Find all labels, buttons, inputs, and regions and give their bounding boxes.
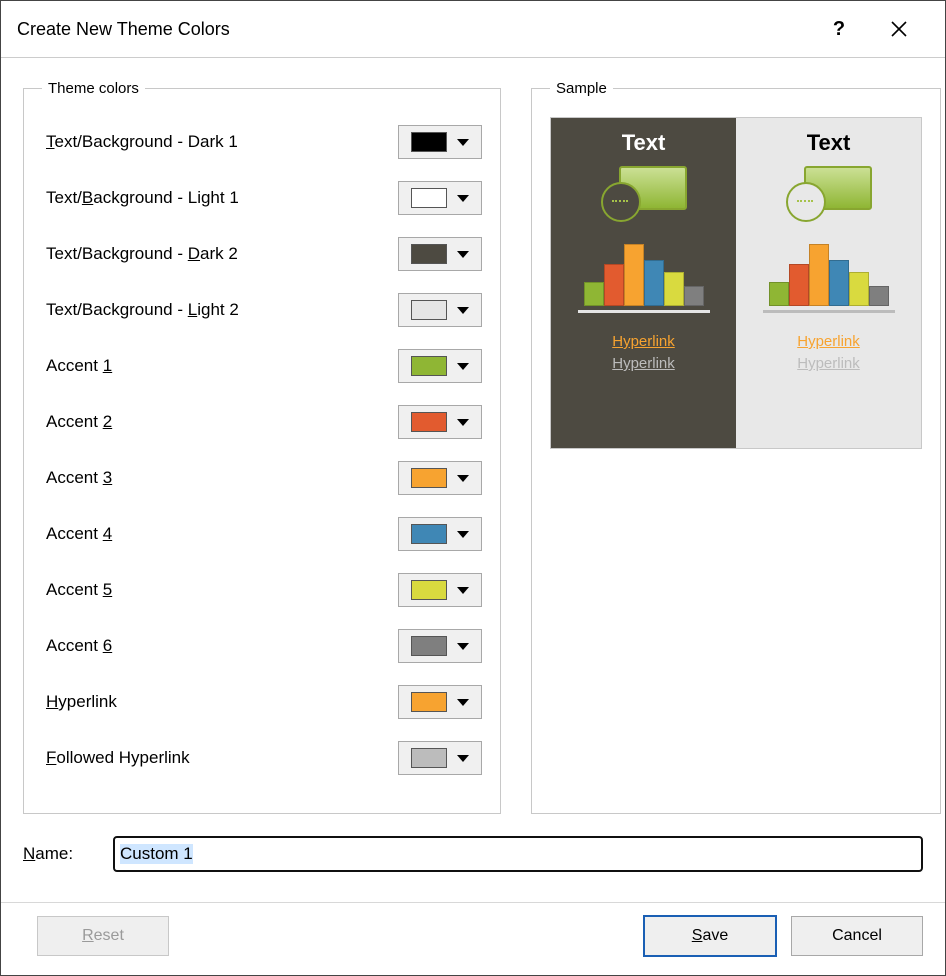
color-label-1: Text/Background - Light 1 xyxy=(42,188,398,208)
color-row-9: Accent 6 xyxy=(42,623,482,669)
color-label-6: Accent 3 xyxy=(42,468,398,488)
chevron-down-icon xyxy=(457,307,469,314)
color-picker-4[interactable] xyxy=(398,349,482,383)
color-row-11: Followed Hyperlink xyxy=(42,735,482,781)
color-swatch-9 xyxy=(411,636,447,656)
sample-dark-text: Text xyxy=(622,130,666,156)
color-picker-11[interactable] xyxy=(398,741,482,775)
name-row: Name: xyxy=(23,836,923,872)
sample-dark-panel: Text Hyperlink Hyperlink xyxy=(551,118,736,448)
color-label-9: Accent 6 xyxy=(42,636,398,656)
color-label-3: Text/Background - Light 2 xyxy=(42,300,398,320)
save-button[interactable]: Save xyxy=(643,915,777,957)
chevron-down-icon xyxy=(457,139,469,146)
dialog-footer: Reset Save Cancel xyxy=(1,902,945,975)
color-swatch-6 xyxy=(411,468,447,488)
color-row-3: Text/Background - Light 2 xyxy=(42,287,482,333)
sample-light-text: Text xyxy=(807,130,851,156)
sample-light-panel: Text Hyperlink Hyperlink xyxy=(736,118,921,448)
sample-dark-hyperlink: Hyperlink xyxy=(612,333,675,350)
name-input[interactable] xyxy=(113,836,923,872)
chevron-down-icon xyxy=(457,699,469,706)
sample-dark-bars xyxy=(584,236,704,306)
close-icon xyxy=(891,21,907,37)
color-row-7: Accent 4 xyxy=(42,511,482,557)
color-picker-3[interactable] xyxy=(398,293,482,327)
sample-light-shapes xyxy=(786,166,872,222)
color-row-5: Accent 2 xyxy=(42,399,482,445)
color-label-2: Text/Background - Dark 2 xyxy=(42,244,398,264)
color-swatch-11 xyxy=(411,748,447,768)
color-swatch-4 xyxy=(411,356,447,376)
color-picker-7[interactable] xyxy=(398,517,482,551)
color-row-0: Text/Background - Dark 1 xyxy=(42,119,482,165)
color-swatch-2 xyxy=(411,244,447,264)
chevron-down-icon xyxy=(457,251,469,258)
cancel-button[interactable]: Cancel xyxy=(791,916,923,956)
sample-light-bars xyxy=(769,236,889,306)
color-picker-9[interactable] xyxy=(398,629,482,663)
chevron-down-icon xyxy=(457,643,469,650)
sample-dark-shapes xyxy=(601,166,687,222)
chevron-down-icon xyxy=(457,475,469,482)
sample-preview: Text Hyperlink Hyperlink Text xyxy=(550,117,922,449)
color-swatch-10 xyxy=(411,692,447,712)
sample-light-hyperlink: Hyperlink xyxy=(797,333,860,350)
sample-group: Sample Text Hyperlink Hyperlink xyxy=(531,80,941,814)
chevron-down-icon xyxy=(457,587,469,594)
sample-light-followed-hyperlink: Hyperlink xyxy=(797,355,860,372)
color-label-10: Hyperlink xyxy=(42,692,398,712)
chevron-down-icon xyxy=(457,195,469,202)
chevron-down-icon xyxy=(457,363,469,370)
close-button[interactable] xyxy=(869,9,929,49)
color-picker-1[interactable] xyxy=(398,181,482,215)
color-label-7: Accent 4 xyxy=(42,524,398,544)
name-label: Name: xyxy=(23,844,113,864)
titlebar: Create New Theme Colors ? xyxy=(1,1,945,58)
color-swatch-1 xyxy=(411,188,447,208)
help-button[interactable]: ? xyxy=(809,9,869,49)
color-swatch-8 xyxy=(411,580,447,600)
color-label-8: Accent 5 xyxy=(42,580,398,600)
color-label-0: Text/Background - Dark 1 xyxy=(42,132,398,152)
sample-legend: Sample xyxy=(550,80,613,97)
color-row-4: Accent 1 xyxy=(42,343,482,389)
color-picker-0[interactable] xyxy=(398,125,482,159)
chevron-down-icon xyxy=(457,419,469,426)
chevron-down-icon xyxy=(457,531,469,538)
color-picker-8[interactable] xyxy=(398,573,482,607)
color-swatch-7 xyxy=(411,524,447,544)
color-picker-6[interactable] xyxy=(398,461,482,495)
color-row-6: Accent 3 xyxy=(42,455,482,501)
color-swatch-5 xyxy=(411,412,447,432)
dialog-title: Create New Theme Colors xyxy=(17,19,230,40)
theme-colors-legend: Theme colors xyxy=(42,80,145,97)
chevron-down-icon xyxy=(457,755,469,762)
color-row-10: Hyperlink xyxy=(42,679,482,725)
color-row-1: Text/Background - Light 1 xyxy=(42,175,482,221)
sample-dark-followed-hyperlink: Hyperlink xyxy=(612,355,675,372)
color-row-2: Text/Background - Dark 2 xyxy=(42,231,482,277)
color-picker-2[interactable] xyxy=(398,237,482,271)
color-swatch-0 xyxy=(411,132,447,152)
reset-button[interactable]: Reset xyxy=(37,916,169,956)
create-theme-colors-dialog: Create New Theme Colors ? Theme colors T… xyxy=(0,0,946,976)
color-picker-10[interactable] xyxy=(398,685,482,719)
color-label-11: Followed Hyperlink xyxy=(42,748,398,768)
color-label-5: Accent 2 xyxy=(42,412,398,432)
theme-colors-group: Theme colors Text/Background - Dark 1 Tex… xyxy=(23,80,501,814)
color-swatch-3 xyxy=(411,300,447,320)
color-label-4: Accent 1 xyxy=(42,356,398,376)
color-picker-5[interactable] xyxy=(398,405,482,439)
color-row-8: Accent 5 xyxy=(42,567,482,613)
